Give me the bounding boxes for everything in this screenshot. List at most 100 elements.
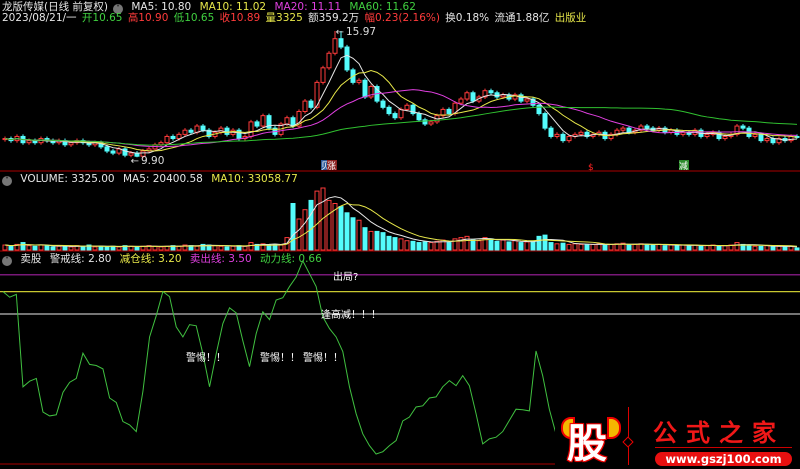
volume-bar[interactable] <box>224 246 230 251</box>
candle[interactable] <box>458 98 464 104</box>
volume-bar[interactable] <box>794 247 800 251</box>
candle[interactable] <box>740 125 746 129</box>
volume-bar[interactable] <box>602 244 608 251</box>
candle[interactable] <box>338 38 344 48</box>
volume-bar[interactable] <box>716 245 722 251</box>
volume-bar[interactable] <box>194 245 200 251</box>
volume-bar[interactable] <box>548 242 554 251</box>
candle[interactable] <box>302 100 308 112</box>
volume-bar[interactable] <box>362 227 368 251</box>
volume-bar[interactable] <box>212 245 218 251</box>
volume-bar[interactable] <box>158 246 164 251</box>
candle[interactable] <box>188 129 194 133</box>
volume-bar[interactable] <box>506 241 512 251</box>
candle[interactable] <box>344 46 350 71</box>
candle[interactable] <box>362 79 368 98</box>
volume-bar[interactable] <box>632 243 638 251</box>
candle[interactable] <box>578 131 584 135</box>
candle[interactable] <box>764 138 770 142</box>
volume-bar[interactable] <box>380 232 386 251</box>
volume-bar[interactable] <box>92 246 98 251</box>
candle[interactable] <box>308 100 314 108</box>
candle[interactable] <box>380 100 386 108</box>
volume-bar[interactable] <box>32 245 38 251</box>
volume-bar[interactable] <box>218 245 224 251</box>
volume-bar[interactable] <box>554 243 560 251</box>
candle[interactable] <box>758 133 764 142</box>
volume-bar[interactable] <box>176 245 182 251</box>
volume-bar[interactable] <box>416 242 422 251</box>
candle[interactable] <box>398 108 404 119</box>
volume-bar[interactable] <box>38 244 44 251</box>
candle[interactable] <box>110 150 116 154</box>
volume-bar[interactable] <box>446 242 452 251</box>
volume-bar[interactable] <box>536 235 542 251</box>
volume-bar[interactable] <box>350 217 356 251</box>
candle[interactable] <box>164 135 170 144</box>
candle[interactable] <box>404 104 410 110</box>
volume-bar[interactable] <box>68 246 74 251</box>
volume-bar[interactable] <box>470 239 476 251</box>
volume-bar[interactable] <box>578 243 584 251</box>
volume-bar[interactable] <box>8 245 14 251</box>
volume-bar[interactable] <box>410 240 416 251</box>
volume-bar[interactable] <box>464 235 470 251</box>
volume-bar[interactable] <box>338 206 344 251</box>
volume-bar[interactable] <box>116 246 122 251</box>
volume-bar[interactable] <box>308 199 314 251</box>
volume-bar[interactable] <box>344 212 350 251</box>
candle[interactable] <box>176 133 182 140</box>
volume-bar[interactable] <box>698 245 704 251</box>
volume-bar[interactable] <box>302 209 308 251</box>
volume-bar[interactable] <box>356 219 362 251</box>
volume-bar[interactable] <box>686 245 692 251</box>
volume-bar[interactable] <box>2 244 8 251</box>
candle[interactable] <box>542 113 548 129</box>
candle[interactable] <box>524 98 530 102</box>
volume-bar[interactable] <box>56 245 62 251</box>
volume-bar[interactable] <box>512 240 518 251</box>
volume-bar[interactable] <box>500 239 506 251</box>
volume-bar[interactable] <box>680 244 686 251</box>
volume-bar[interactable] <box>290 203 296 251</box>
candle[interactable] <box>260 115 266 127</box>
volume-bar[interactable] <box>374 230 380 251</box>
volume-bar[interactable] <box>50 246 56 251</box>
candle[interactable] <box>332 38 338 54</box>
candle[interactable] <box>326 52 332 69</box>
candle[interactable] <box>416 113 422 121</box>
volume-bar[interactable] <box>518 242 524 251</box>
volume-bar[interactable] <box>656 243 662 251</box>
volume-bar[interactable] <box>26 245 32 251</box>
volume-bar[interactable] <box>230 245 236 251</box>
volume-bar[interactable] <box>566 243 572 251</box>
candle[interactable] <box>128 152 134 156</box>
volume-bar[interactable] <box>248 242 254 251</box>
volume-bar[interactable] <box>386 235 392 251</box>
volume-bar[interactable] <box>476 240 482 251</box>
volume-bar[interactable] <box>590 243 596 251</box>
candle[interactable] <box>770 138 776 144</box>
volume-bar[interactable] <box>98 245 104 251</box>
candle[interactable] <box>284 117 290 125</box>
candle[interactable] <box>560 133 566 142</box>
volume-bar[interactable] <box>404 240 410 251</box>
candle[interactable] <box>626 127 632 133</box>
candle[interactable] <box>470 92 476 102</box>
volume-bar[interactable] <box>422 241 428 251</box>
volume-bar[interactable] <box>278 244 284 251</box>
volume-bar[interactable] <box>434 240 440 251</box>
volume-bar[interactable] <box>584 244 590 251</box>
volume-bar[interactable] <box>674 245 680 251</box>
candle[interactable] <box>104 146 110 152</box>
volume-bar[interactable] <box>398 238 404 251</box>
volume-bar[interactable] <box>734 242 740 251</box>
volume-bar[interactable] <box>650 244 656 251</box>
volume-bar[interactable] <box>572 243 578 251</box>
volume-bar[interactable] <box>62 245 68 251</box>
volume-bar[interactable] <box>752 245 758 251</box>
volume-bar[interactable] <box>524 241 530 251</box>
volume-bar[interactable] <box>704 245 710 251</box>
candle[interactable] <box>548 127 554 137</box>
candle[interactable] <box>464 92 470 100</box>
